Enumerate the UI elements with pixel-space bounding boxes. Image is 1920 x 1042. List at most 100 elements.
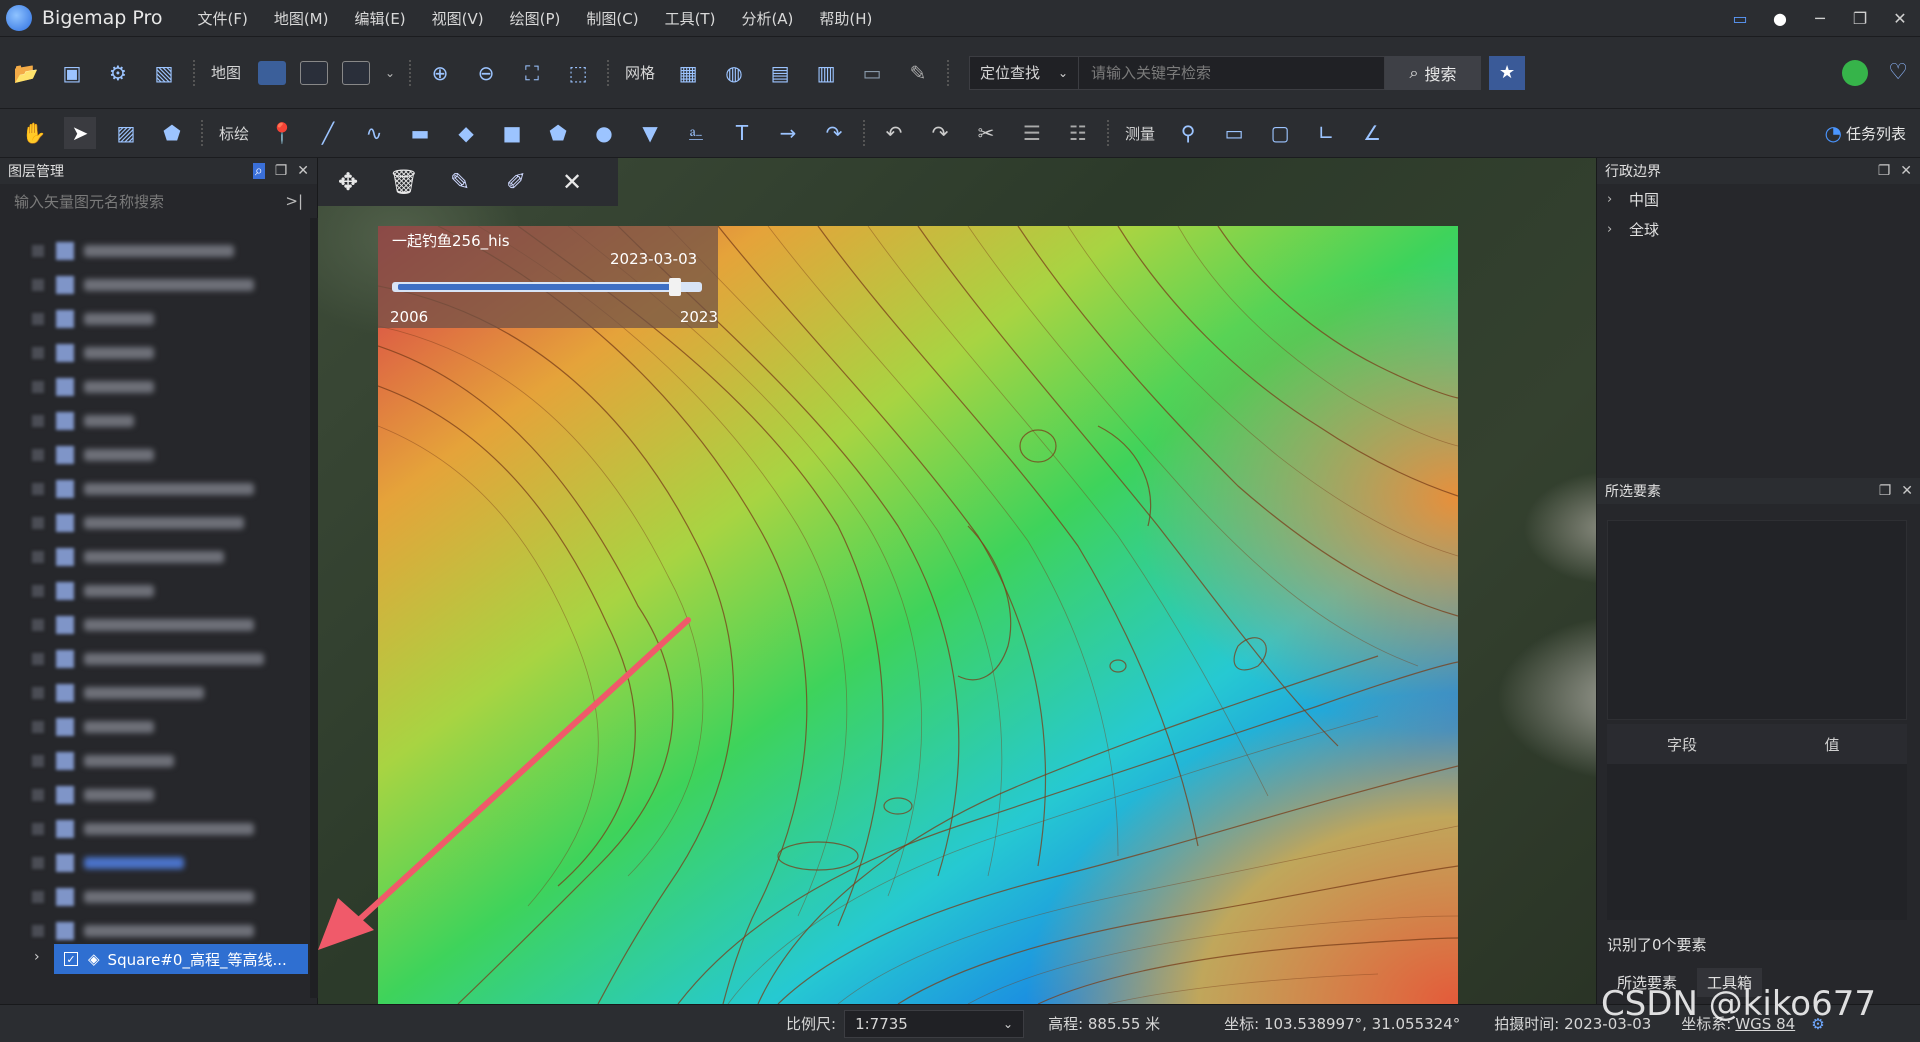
zoom-extent-icon[interactable]: ⛶ xyxy=(516,57,548,89)
pan-hand-icon[interactable]: ✋ xyxy=(18,117,50,149)
timeline-track[interactable] xyxy=(392,282,702,292)
selected-layer-item[interactable]: ✓ ◈ Square#0_高程_等高线... xyxy=(54,944,308,974)
ruler-icon[interactable]: ▭ xyxy=(1218,117,1250,149)
polyline-icon[interactable]: ◆ xyxy=(450,117,482,149)
layer-item[interactable] xyxy=(0,234,310,268)
save-icon[interactable]: ▣ xyxy=(56,57,88,89)
text-icon[interactable]: T xyxy=(726,117,758,149)
layer-item[interactable] xyxy=(0,914,310,948)
layer-item[interactable] xyxy=(0,302,310,336)
edit-line-icon[interactable]: ✎ xyxy=(444,166,476,198)
settings-gear-icon[interactable]: ⚙ xyxy=(102,57,134,89)
layer-item[interactable] xyxy=(0,710,310,744)
brush-icon[interactable]: ✎ xyxy=(902,57,934,89)
minimize-button[interactable]: ─ xyxy=(1800,9,1840,28)
scale-select[interactable]: 1:7735 ⌄ xyxy=(844,1009,1025,1038)
menu-file[interactable]: 文件(F) xyxy=(184,8,260,29)
menu-draw[interactable]: 绘图(P) xyxy=(497,8,574,29)
menu-map[interactable]: 地图(M) xyxy=(261,8,342,29)
feedback-heart-icon[interactable]: ♡ xyxy=(1888,60,1908,85)
search-button[interactable]: ⌕ 搜索 xyxy=(1385,55,1482,90)
layer-item[interactable] xyxy=(0,608,310,642)
close-icon[interactable]: ✕ xyxy=(297,163,309,179)
layer-item[interactable] xyxy=(0,676,310,710)
wechat-icon[interactable] xyxy=(1842,59,1868,86)
menu-edit[interactable]: 编辑(E) xyxy=(341,8,418,29)
redo-icon[interactable]: ↷ xyxy=(924,117,956,149)
layer-item[interactable] xyxy=(0,846,310,880)
chevron-right-icon[interactable]: › xyxy=(34,949,40,965)
layer-scrollbar[interactable] xyxy=(310,218,318,998)
rectangle-icon[interactable]: ▬ xyxy=(404,117,436,149)
task-list-button[interactable]: ◔ 任务列表 xyxy=(1825,121,1906,145)
layer-item[interactable] xyxy=(0,268,310,302)
location-pin-icon[interactable]: ⚲ xyxy=(1172,117,1204,149)
folder-icon[interactable]: ▭ xyxy=(856,57,888,89)
image-select-icon[interactable]: ▨ xyxy=(110,117,142,149)
layer-item[interactable] xyxy=(0,880,310,914)
globe-grid-icon[interactable]: ◍ xyxy=(718,57,750,89)
layer-item[interactable] xyxy=(0,438,310,472)
layer-item[interactable] xyxy=(0,574,310,608)
scissors-icon[interactable]: ✂ xyxy=(970,117,1002,149)
layer-item[interactable] xyxy=(0,744,310,778)
sector-icon[interactable]: ▼ xyxy=(634,117,666,149)
layer-item[interactable] xyxy=(0,506,310,540)
favorite-star-icon[interactable]: ★ xyxy=(1489,55,1526,90)
float-icon[interactable]: ❐ xyxy=(1878,163,1891,179)
float-icon[interactable]: ❐ xyxy=(275,163,288,179)
locate-select[interactable]: 定位查找 ⌄ xyxy=(969,55,1080,90)
full-extent-icon[interactable]: ⬚ xyxy=(562,57,594,89)
layer-item[interactable] xyxy=(0,404,310,438)
grid-icon[interactable]: ▦ xyxy=(672,57,704,89)
zoom-out-icon[interactable]: ⊖ xyxy=(470,57,502,89)
area-icon[interactable]: ▢ xyxy=(1264,117,1296,149)
keyword-search-input[interactable]: 请输入关键字检索 xyxy=(1079,55,1386,90)
message-icon[interactable]: ▭ xyxy=(1720,9,1760,28)
hook-icon[interactable]: ↷ xyxy=(818,117,850,149)
curve-icon[interactable]: ∿ xyxy=(358,117,390,149)
user-avatar-icon[interactable]: ● xyxy=(1760,9,1800,28)
polygon-select-icon[interactable]: ⬟ xyxy=(156,117,188,149)
layer-item[interactable] xyxy=(0,370,310,404)
undo-icon[interactable]: ↶ xyxy=(878,117,910,149)
arrow-icon[interactable]: → xyxy=(772,117,804,149)
close-icon[interactable]: ✕ xyxy=(1900,163,1912,179)
pentagon-icon[interactable]: ⬟ xyxy=(542,117,574,149)
delete-vertex-icon[interactable]: 🗑 xyxy=(388,166,420,198)
menu-analysis[interactable]: 分析(A) xyxy=(728,8,806,29)
search-icon[interactable]: ⌕ xyxy=(252,163,265,179)
edit-line-2-icon[interactable]: ✐ xyxy=(500,166,532,198)
km-grid-icon[interactable]: ▤ xyxy=(764,57,796,89)
layer-item[interactable] xyxy=(0,812,310,846)
list-2-icon[interactable]: ☷ xyxy=(1062,117,1094,149)
layer-item[interactable] xyxy=(0,336,310,370)
timeline-thumb[interactable] xyxy=(669,278,682,296)
select-pointer-icon[interactable]: ➤ xyxy=(64,117,96,149)
image-icon[interactable]: ▧ xyxy=(148,57,180,89)
admin-item-china[interactable]: › 中国 xyxy=(1597,184,1920,214)
marker-icon[interactable]: 📍 xyxy=(266,117,298,149)
close-icon[interactable]: ✕ xyxy=(556,166,588,198)
layer-item[interactable] xyxy=(0,540,310,574)
menu-help[interactable]: 帮助(H) xyxy=(806,8,885,29)
maximize-button[interactable]: ❐ xyxy=(1840,9,1880,28)
zoom-in-icon[interactable]: ⊕ xyxy=(424,57,456,89)
line-icon[interactable]: ╱ xyxy=(312,117,344,149)
menu-tools[interactable]: 工具(T) xyxy=(652,8,729,29)
collapse-icon[interactable]: >| xyxy=(285,192,303,210)
underline-icon[interactable]: ⎁ xyxy=(680,117,712,149)
angle-icon[interactable]: ∠ xyxy=(1356,117,1388,149)
list-icon[interactable]: ☰ xyxy=(1016,117,1048,149)
chevron-down-icon[interactable]: ⌄ xyxy=(384,57,396,89)
move-icon[interactable]: ✥ xyxy=(332,166,364,198)
layer-checkbox[interactable]: ✓ xyxy=(64,952,78,966)
menu-view[interactable]: 视图(V) xyxy=(419,8,497,29)
layer-item[interactable] xyxy=(0,778,310,812)
height-icon[interactable]: ∟ xyxy=(1310,117,1342,149)
nm-grid-icon[interactable]: ▥ xyxy=(810,57,842,89)
selected-features-list[interactable] xyxy=(1607,520,1907,720)
layer-search-input[interactable]: 输入矢量图元名称搜索 >| xyxy=(0,184,317,218)
map-source-2-icon[interactable] xyxy=(300,60,329,85)
circle-icon[interactable]: ● xyxy=(588,117,620,149)
